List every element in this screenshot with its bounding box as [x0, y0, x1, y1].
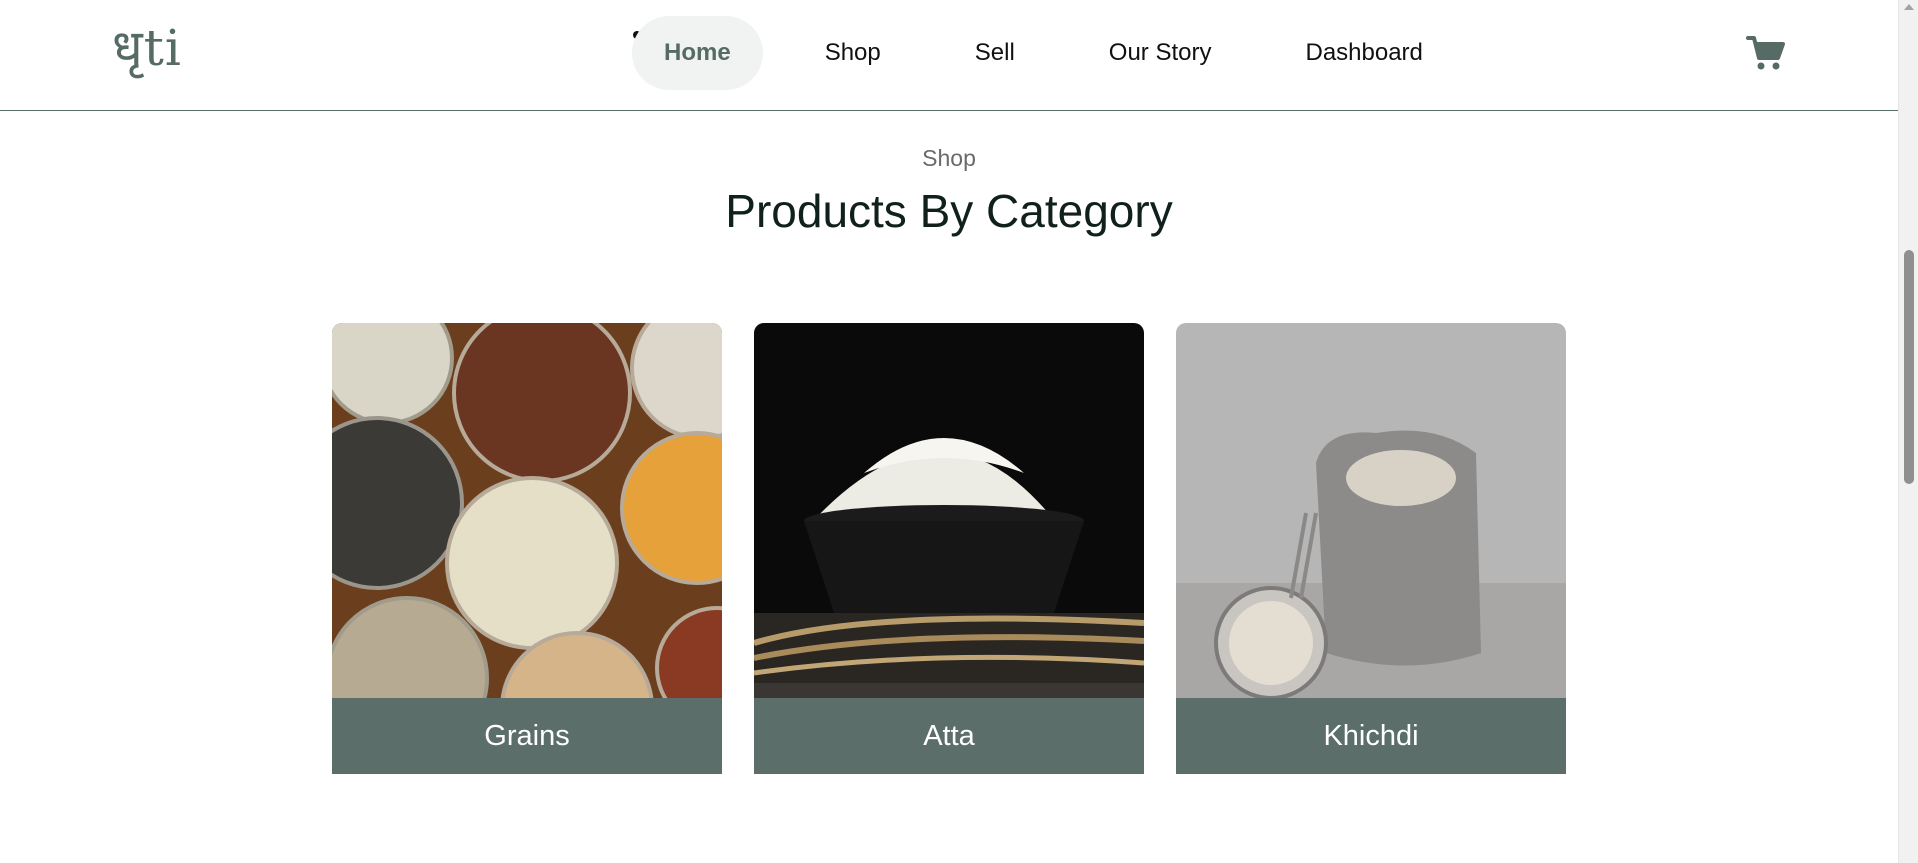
category-label-grains: Grains: [332, 698, 722, 774]
nav-our-story[interactable]: Our Story: [1077, 16, 1244, 90]
nav-shop[interactable]: Shop: [793, 16, 913, 90]
category-label-khichdi: Khichdi: [1176, 698, 1566, 774]
category-card-atta[interactable]: Atta: [754, 323, 1144, 774]
category-card-grains[interactable]: Grains: [332, 323, 722, 774]
brand-logo[interactable]: धृti: [112, 12, 182, 80]
flour-sack-image: [1176, 323, 1566, 700]
site-header: धृti Home Shop Sell Our Story Dashboard: [0, 0, 1898, 111]
category-label-atta: Atta: [754, 698, 1144, 774]
nav-dashboard[interactable]: Dashboard: [1273, 16, 1454, 90]
grains-bowls-image: [332, 323, 722, 774]
nav-sell[interactable]: Sell: [943, 16, 1047, 90]
scroll-thumb[interactable]: [1904, 250, 1914, 484]
category-card-khichdi[interactable]: Khichdi: [1176, 323, 1566, 774]
section-eyebrow: Shop: [922, 145, 976, 171]
section-title: Products By Category: [725, 185, 1173, 237]
scroll-up-arrow-icon[interactable]: [1904, 4, 1914, 10]
flour-bowl-image: [754, 323, 1144, 699]
page-scrollbar[interactable]: [1898, 0, 1918, 863]
page: धृti Home Shop Sell Our Story Dashboard …: [0, 0, 1918, 863]
category-cards: Grains Atta Khichdi: [332, 323, 1566, 774]
nav-home[interactable]: Home: [632, 16, 763, 90]
cart-icon[interactable]: [1746, 34, 1786, 72]
main-nav: Home Shop Sell Our Story Dashboard: [632, 16, 1485, 90]
